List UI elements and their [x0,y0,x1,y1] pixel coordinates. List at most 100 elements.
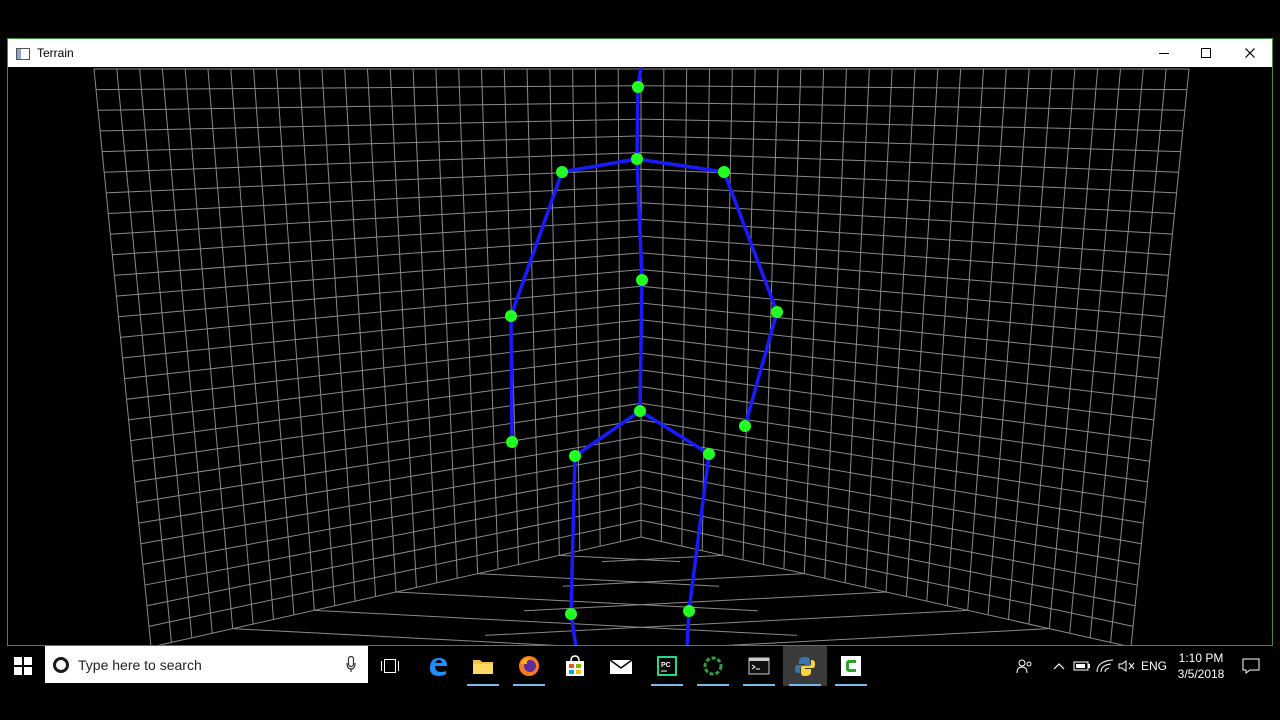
task-view-button[interactable] [368,646,412,686]
taskbar-mail[interactable] [599,646,643,686]
taskbar-loading-app[interactable] [691,646,735,686]
cortana-icon [53,656,69,673]
grid-line [130,369,642,442]
camtasia-icon [841,656,861,676]
mail-icon [609,659,633,674]
minimize-icon [1159,53,1169,54]
taskbar: Type here to search PC ENG 1:10 PM 3/5/2… [0,646,1280,686]
chevron-up-icon [1053,663,1065,670]
grid-line [1130,68,1190,645]
grid-line [640,519,1134,627]
close-button[interactable] [1228,39,1272,67]
joint-head [632,81,644,93]
search-placeholder: Type here to search [78,656,202,673]
window-title: Terrain [37,46,74,60]
grid-line [112,218,642,256]
grid-line [136,419,642,503]
svg-text:PC: PC [661,662,671,669]
search-box[interactable]: Type here to search [45,646,368,683]
grid-line [640,285,1163,338]
joint-neck [631,153,643,165]
bone [687,453,711,612]
grid-line [142,469,642,565]
taskbar-file-explorer[interactable] [461,646,505,686]
joint-rkn [683,605,695,617]
grid-line [93,68,152,645]
grid-line [146,503,642,607]
grid-line [118,269,642,318]
grid-line [640,218,1171,256]
joint-hip [634,405,646,417]
grid-line [134,402,642,483]
windows-logo-icon [13,657,32,675]
folder-icon [473,660,493,674]
battery-icon [1073,661,1090,671]
taskbar-store[interactable] [553,646,597,686]
grid-line [640,469,1140,565]
grid-line [120,285,642,338]
taskbar-terminal[interactable] [737,646,781,686]
taskbar-camtasia[interactable] [829,646,873,686]
wifi-button[interactable] [1094,646,1116,686]
edge-icon [430,658,447,676]
people-button[interactable] [1012,646,1038,686]
joint-lkn [565,608,577,620]
top-letterbox [0,0,1280,38]
joint-lel [505,310,517,322]
joint-lwr [506,436,518,448]
joint-rwr [739,420,751,432]
joint-spine [636,274,648,286]
taskbar-firefox[interactable] [507,646,551,686]
bone [509,315,514,443]
grid-line [640,202,1173,235]
title-bar[interactable]: Terrain [8,39,1272,67]
window-app-icon [16,47,30,60]
start-button[interactable] [0,646,45,686]
skeleton-joints [505,81,783,620]
bone [574,409,641,458]
grid-line [640,269,1165,318]
terminal-icon [748,657,770,675]
grid-line [725,628,1050,645]
grid-line [640,503,1136,607]
action-center-button[interactable] [1238,646,1264,686]
show-hidden-icons-button[interactable] [1048,646,1070,686]
grid-line [232,628,557,645]
3d-viewport[interactable] [8,67,1272,645]
taskbar-edge[interactable] [416,646,460,686]
bone [635,86,640,160]
close-icon [1245,48,1255,58]
clock-time: 1:10 PM [1178,651,1224,665]
input-language[interactable]: ENG [1139,646,1169,686]
grid-line [640,352,1154,421]
joint-lhip [569,450,581,462]
microphone-icon[interactable] [346,655,356,677]
grid-line [108,185,642,214]
battery-button[interactable] [1071,646,1093,686]
pycharm-icon: PC [657,656,677,676]
bone [743,311,779,427]
grid-line [640,402,1148,483]
bone [639,409,710,456]
volume-button[interactable] [1116,646,1138,686]
joint-lsh [556,166,568,178]
grid-line [640,185,1175,214]
bone [638,279,644,412]
taskbar-pycharm[interactable]: PC [645,646,689,686]
maximize-icon [1201,48,1211,58]
grid-line [640,252,1167,297]
grid-line [640,452,1142,545]
grid-line [116,252,642,297]
taskbar-python[interactable] [783,646,827,686]
firefox-icon [519,656,539,676]
grid-line [128,352,642,421]
minimize-button[interactable] [1142,39,1186,67]
clock[interactable]: 1:10 PM 3/5/2018 [1170,650,1232,682]
clock-date: 3/5/2018 [1177,667,1225,681]
joint-rel [771,306,783,318]
bone [569,455,577,615]
grid-line [640,369,1152,442]
maximize-button[interactable] [1184,39,1228,67]
terrain-window: Terrain [7,38,1273,646]
grid-line [640,335,1156,400]
